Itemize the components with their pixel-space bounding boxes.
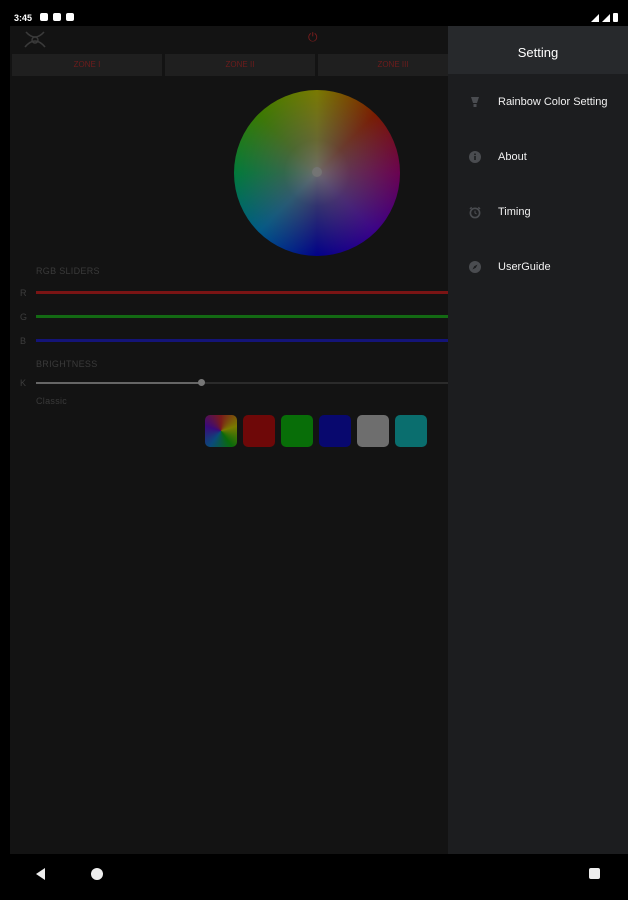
slider-g-label: G bbox=[20, 312, 28, 322]
drawer-item-label: Rainbow Color Setting bbox=[498, 96, 608, 108]
app-icon bbox=[53, 13, 61, 21]
drawer-item-label: UserGuide bbox=[498, 261, 551, 273]
drawer-title: Setting bbox=[517, 45, 559, 60]
notification-icon bbox=[40, 13, 48, 21]
drawer-item-label: About bbox=[498, 151, 527, 163]
drawer-item-rainbow-color-setting[interactable]: Rainbow Color Setting bbox=[448, 82, 628, 122]
color-wheel-selector[interactable] bbox=[312, 167, 322, 177]
blue-slider[interactable] bbox=[36, 339, 458, 342]
logo-icon bbox=[24, 31, 46, 48]
brightness-title: BRIGHTNESS bbox=[36, 359, 98, 369]
status-time: 3:45 bbox=[14, 13, 33, 23]
swatch-rainbow[interactable] bbox=[205, 415, 237, 447]
brightness-label: K bbox=[20, 378, 27, 388]
home-icon[interactable] bbox=[91, 868, 103, 880]
swatch-teal[interactable] bbox=[395, 415, 427, 447]
swatch-red[interactable] bbox=[243, 415, 275, 447]
wifi-icon bbox=[591, 14, 599, 22]
classic-label: Classic bbox=[36, 396, 68, 406]
brightness-thumb[interactable] bbox=[198, 379, 205, 386]
alarm-clock-icon bbox=[469, 206, 481, 218]
swatch-gray[interactable] bbox=[357, 415, 389, 447]
compass-icon bbox=[469, 261, 481, 273]
tab-zone-2[interactable]: ZONE II bbox=[165, 54, 315, 76]
tab-zone-1[interactable]: ZONE I bbox=[12, 54, 162, 76]
slider-r-label: R bbox=[20, 288, 27, 298]
system-nav-bar bbox=[0, 854, 628, 900]
power-icon[interactable]: ⏻ bbox=[308, 31, 320, 43]
green-slider[interactable] bbox=[36, 315, 458, 318]
brightness-fill bbox=[36, 382, 201, 384]
signal-icon bbox=[602, 14, 610, 22]
storage-icon bbox=[66, 13, 74, 21]
drawer-item-userguide[interactable]: UserGuide bbox=[448, 247, 628, 287]
rgb-sliders-title: RGB SLIDERS bbox=[36, 266, 100, 276]
recents-icon[interactable] bbox=[589, 868, 600, 879]
swatch-blue[interactable] bbox=[319, 415, 351, 447]
back-icon[interactable] bbox=[36, 868, 45, 880]
red-slider[interactable] bbox=[36, 291, 458, 294]
drawer-header: Setting bbox=[448, 26, 628, 74]
status-bar: 3:45 bbox=[0, 0, 628, 26]
swatch-green[interactable] bbox=[281, 415, 313, 447]
tab-zone-3[interactable]: ZONE III bbox=[318, 54, 468, 76]
slider-b-label: B bbox=[20, 336, 27, 346]
battery-icon bbox=[613, 13, 618, 22]
settings-drawer: Setting Rainbow Color Setting About Timi… bbox=[448, 26, 628, 854]
drawer-item-label: Timing bbox=[498, 206, 531, 218]
info-icon bbox=[469, 151, 481, 163]
lightbulb-icon bbox=[469, 96, 481, 108]
drawer-item-timing[interactable]: Timing bbox=[448, 192, 628, 232]
drawer-item-about[interactable]: About bbox=[448, 137, 628, 177]
